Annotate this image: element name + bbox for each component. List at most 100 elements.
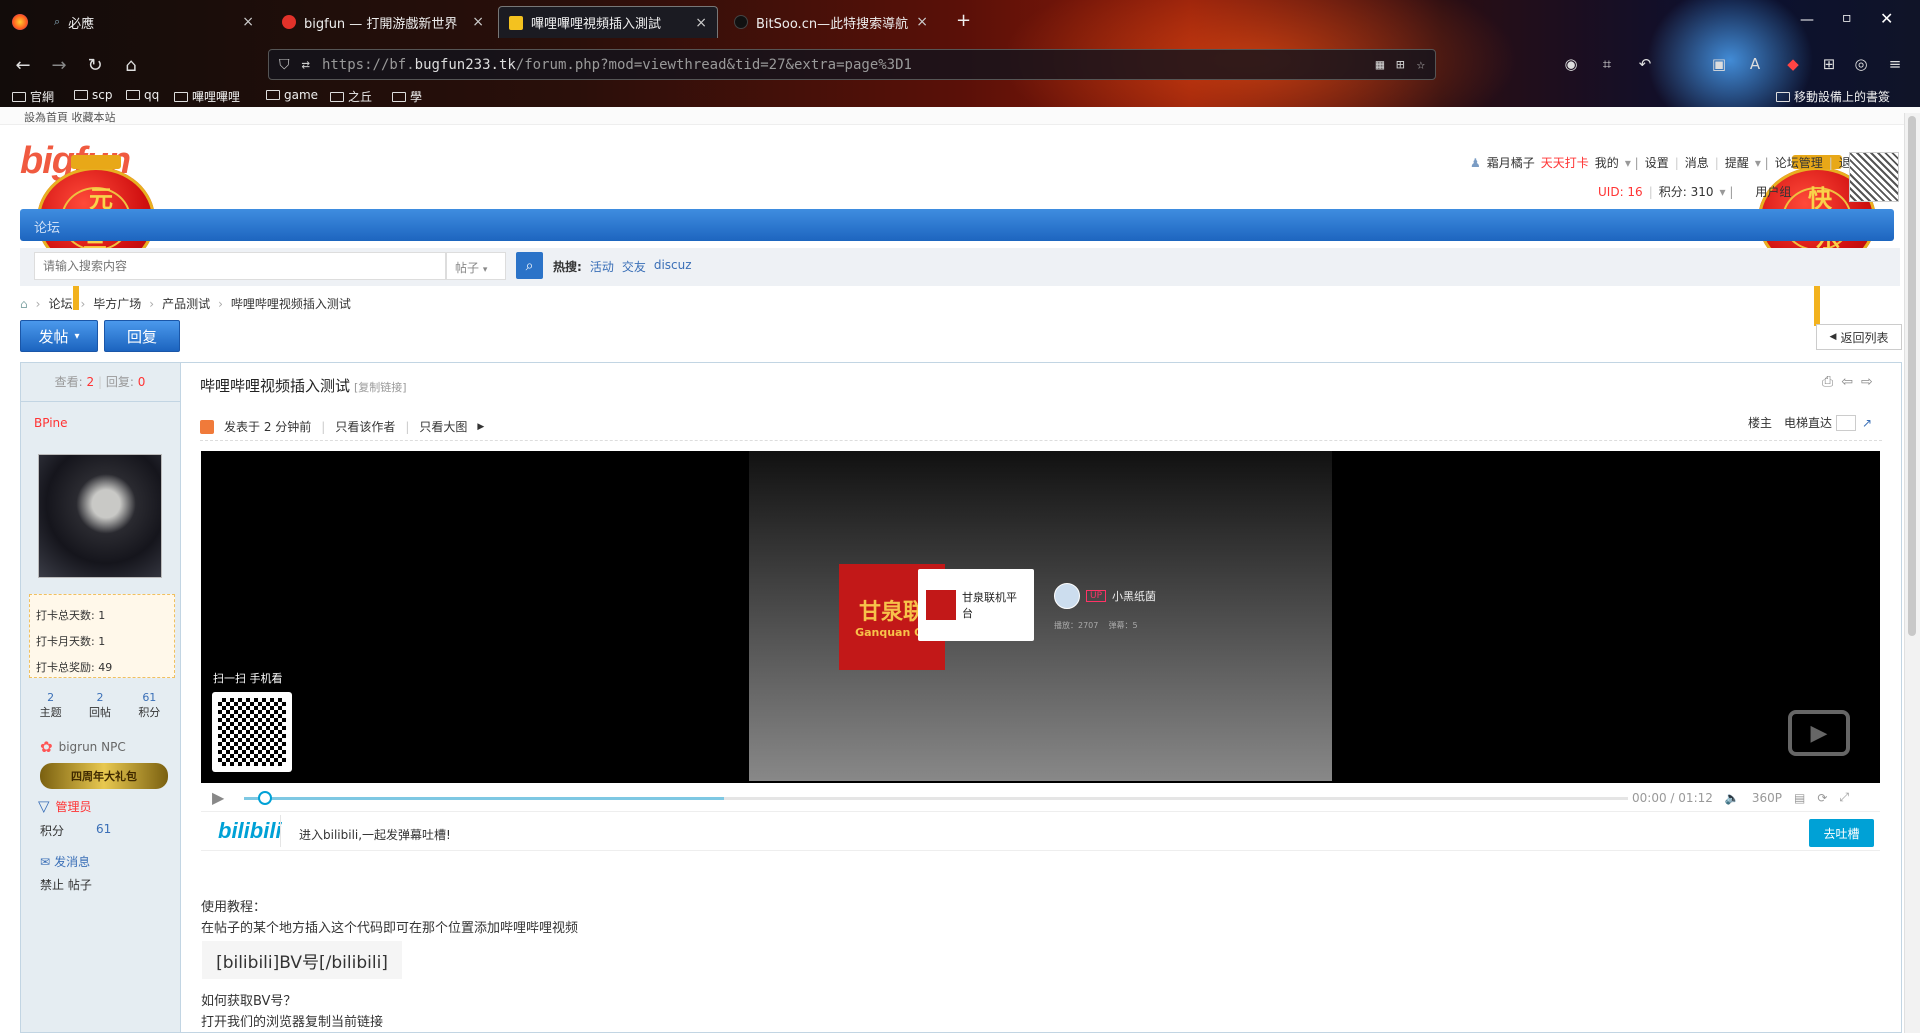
fullscreen-icon[interactable]: ⤢ <box>1839 790 1849 805</box>
ban-post-link[interactable]: 禁止 帖子 <box>40 876 92 893</box>
breadcrumb-product-test[interactable]: 产品测试 <box>162 295 210 312</box>
volume-icon[interactable]: 🔈 <box>1725 791 1740 805</box>
home-icon[interactable]: ⌂ <box>20 297 28 311</box>
extensions-grid-icon[interactable]: ⊞ <box>1396 57 1404 73</box>
bilibili-tv-icon: ▶ <box>1788 710 1850 756</box>
menu-icon[interactable]: ≡ <box>1884 53 1906 75</box>
tab-bigfun[interactable]: bigfun — 打開游戲新世界 × <box>272 6 494 38</box>
extension-icon[interactable]: ▣ <box>1708 53 1730 75</box>
forward-button[interactable]: → <box>46 52 72 78</box>
url-bar[interactable]: ⛉ ⇄ https://bf.bugfun233.tk/forum.php?mo… <box>268 49 1436 80</box>
nav-forum[interactable]: 论坛 <box>34 217 60 236</box>
profile-icon[interactable]: ◉ <box>1560 53 1582 75</box>
hot-link-discuz[interactable]: discuz <box>654 258 692 275</box>
stat-threads[interactable]: 2 主题 <box>40 691 62 720</box>
big-image-link[interactable]: 只看大图 <box>419 418 467 435</box>
bookmark-study[interactable]: 學 <box>392 88 422 105</box>
scrollbar-thumb[interactable] <box>1908 116 1916 636</box>
bookmark-official[interactable]: 官網 <box>12 88 54 105</box>
firefox-icon[interactable] <box>12 14 28 30</box>
progress-handle[interactable] <box>258 791 272 805</box>
notify-menu[interactable]: 提醒 <box>1725 154 1749 171</box>
medal-badge[interactable]: 四周年大礼包 <box>40 763 168 789</box>
print-icon[interactable]: ⎙ <box>1822 374 1833 390</box>
adblock-icon[interactable]: ◆ <box>1782 53 1804 75</box>
bookmark-zhiqiu[interactable]: 之丘 <box>330 88 372 105</box>
new-post-button[interactable]: 发帖 ▾ <box>20 320 98 352</box>
stat-replies[interactable]: 2 回帖 <box>89 691 111 720</box>
danmaku-icon[interactable]: ▤ <box>1794 791 1805 805</box>
only-author-link[interactable]: 只看该作者 <box>335 418 395 435</box>
prev-thread-icon[interactable]: ⇦ <box>1841 374 1853 390</box>
permissions-icon[interactable]: ⇄ <box>302 57 310 73</box>
close-icon[interactable]: × <box>916 14 928 30</box>
jump-icon[interactable]: ↗ <box>1862 416 1872 430</box>
messages-link[interactable]: 消息 <box>1685 154 1709 171</box>
progress-bar[interactable] <box>244 791 1628 805</box>
close-icon[interactable]: × <box>695 15 707 31</box>
close-window-button[interactable]: ✕ <box>1880 9 1893 28</box>
shield-icon[interactable]: ⛉ <box>279 57 290 73</box>
bookmark-mobile[interactable]: 移動設備上的書簽 <box>1776 88 1890 105</box>
tab-bilibili-test[interactable]: 嗶哩嗶哩視頻插入測試 × <box>498 6 718 38</box>
breadcrumb-square[interactable]: 毕方广场 <box>93 295 141 312</box>
bookmark-bilibili[interactable]: 嗶哩嗶哩 <box>174 88 240 105</box>
folder-icon <box>392 91 406 102</box>
hot-link-friends[interactable]: 交友 <box>622 258 646 275</box>
search-scope-select[interactable]: 帖子 ▾ <box>446 252 506 280</box>
close-icon[interactable]: × <box>472 14 484 30</box>
username-link[interactable]: 霜月橘子 <box>1487 154 1535 171</box>
new-tab-button[interactable]: + <box>956 10 971 31</box>
tab-bing[interactable]: ⌕ 必應 × <box>44 6 264 38</box>
home-icon[interactable]: ⌂ <box>118 52 144 78</box>
video-frame <box>749 451 1332 781</box>
tucao-button[interactable]: 去吐槽 <box>1809 819 1874 847</box>
maximize-button[interactable]: ▫ <box>1842 10 1852 26</box>
loop-icon[interactable]: ⟳ <box>1817 791 1827 805</box>
qr-code-icon[interactable]: ▦ <box>1376 57 1384 73</box>
tab-bitsoo[interactable]: BitSoo.cn—此特搜索導航 × <box>724 6 938 38</box>
forum-admin-link[interactable]: 论坛管理 <box>1775 154 1823 171</box>
points-menu[interactable]: 积分: 310 <box>1659 183 1714 200</box>
search-button[interactable]: ⌕ <box>516 252 543 279</box>
stat-points[interactable]: 61 积分 <box>138 691 160 720</box>
user-group-menu[interactable]: 用户组 <box>1755 183 1791 200</box>
close-icon[interactable]: × <box>242 14 254 30</box>
back-to-list-button[interactable]: ◀ 返回列表 <box>1816 324 1902 350</box>
up-badge: UP <box>1086 590 1107 602</box>
reload-button[interactable]: ↻ <box>82 52 108 78</box>
bookmark-star-icon[interactable]: ☆ <box>1417 57 1425 73</box>
author-avatar[interactable] <box>38 454 162 578</box>
next-thread-icon[interactable]: ⇨ <box>1861 374 1873 390</box>
bookmark-qq[interactable]: qq <box>126 88 159 102</box>
top-links[interactable]: 設為首頁 收藏本站 <box>24 109 116 125</box>
video-card[interactable]: 甘泉联机平台 <box>918 569 1034 641</box>
bookmark-scp[interactable]: scp <box>74 88 112 102</box>
author-name[interactable]: BPine <box>34 416 68 430</box>
back-button[interactable]: ← <box>10 52 36 78</box>
checkin-link[interactable]: 天天打卡 <box>1541 154 1589 171</box>
translate-icon[interactable]: A <box>1744 53 1766 75</box>
bookmark-game[interactable]: game <box>266 88 318 102</box>
avatar[interactable] <box>1849 152 1899 202</box>
search-input[interactable] <box>34 252 446 280</box>
send-message-link[interactable]: ✉ 发消息 <box>40 853 90 870</box>
hot-link-activity[interactable]: 活动 <box>590 258 614 275</box>
author-points: 积分 61 <box>40 822 112 838</box>
floor-jump-input[interactable] <box>1836 414 1857 431</box>
apps-icon[interactable]: ⊞ <box>1818 53 1840 75</box>
reply-button[interactable]: 回复 <box>104 320 180 352</box>
crop-icon[interactable]: ⌗ <box>1596 53 1618 75</box>
my-menu[interactable]: 我的 <box>1595 154 1619 171</box>
top-links-strip: 設為首頁 收藏本站 <box>0 107 1920 125</box>
play-icon[interactable]: ▶ <box>212 788 224 807</box>
minimize-button[interactable]: — <box>1800 12 1814 28</box>
globe-icon[interactable]: ◎ <box>1850 53 1872 75</box>
settings-link[interactable]: 设置 <box>1645 154 1669 171</box>
uploader-info[interactable]: UP 小黑纸菌 <box>1054 583 1156 609</box>
undo-icon[interactable]: ↶ <box>1634 53 1656 75</box>
copy-link[interactable]: [复制链接] <box>354 379 407 395</box>
breadcrumb-forum[interactable]: 论坛 <box>48 295 72 312</box>
quality-button[interactable]: 360P <box>1752 791 1782 805</box>
bilibili-logo[interactable]: bilibili <box>218 818 282 844</box>
